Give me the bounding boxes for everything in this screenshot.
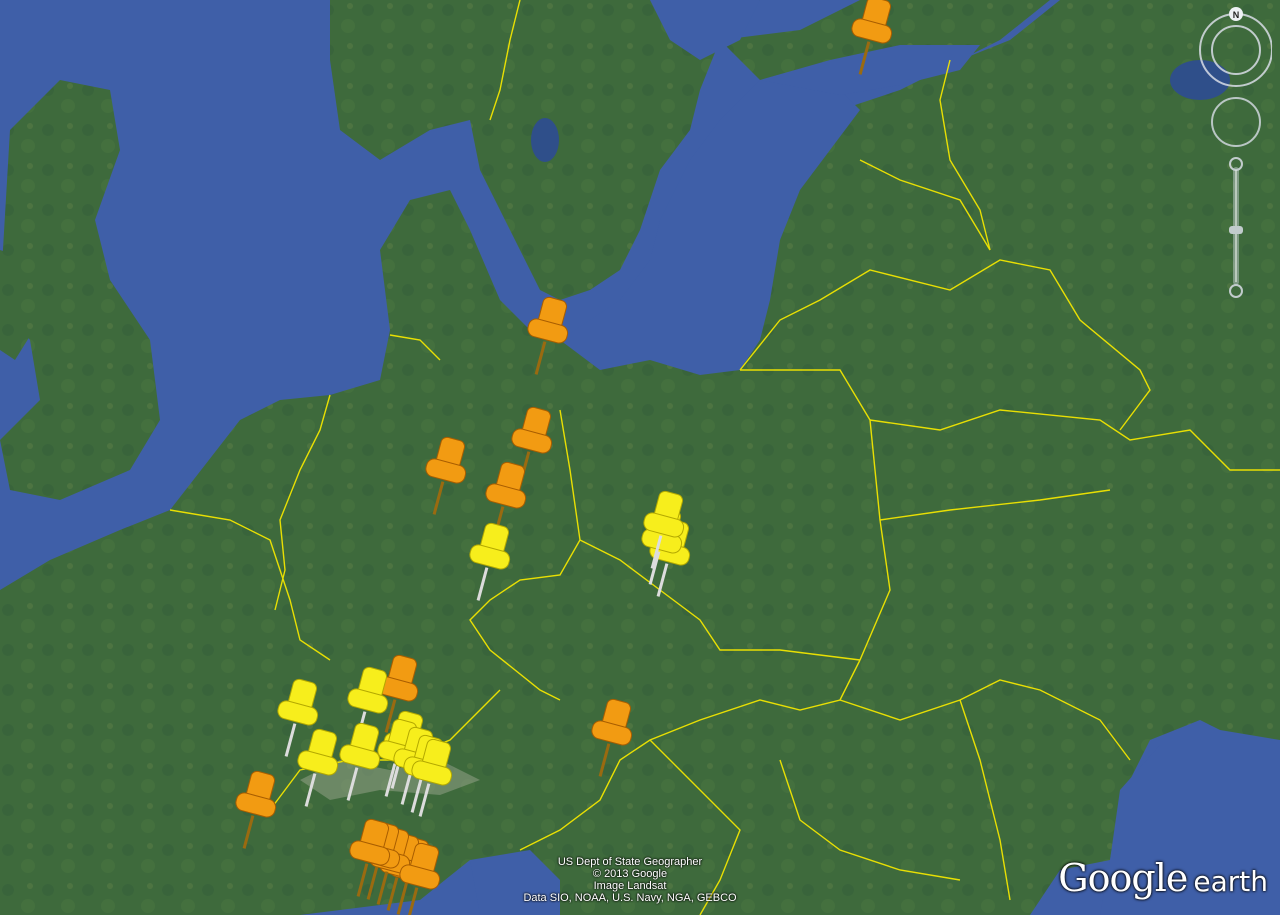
compass-ring[interactable] <box>1199 13 1273 87</box>
attribution-line-2: © 2013 Google <box>592 868 668 880</box>
north-indicator-icon: N <box>1229 7 1243 21</box>
lake-vanern <box>531 118 559 162</box>
orange-pushpin-1[interactable] <box>518 290 578 380</box>
yellow-pushpin-13[interactable] <box>402 732 462 822</box>
look-control[interactable] <box>1211 97 1261 147</box>
navigation-controls: N <box>1198 6 1273 306</box>
attribution-line-3: Image Landsat <box>593 880 667 892</box>
yellow-pushpin-4[interactable] <box>634 484 694 574</box>
google-earth-logo: Google earth <box>1058 856 1268 900</box>
yellow-pushpin-1[interactable] <box>460 516 520 606</box>
orange-pushpin-5[interactable] <box>842 0 902 80</box>
orange-pushpin-14[interactable] <box>390 836 450 915</box>
attribution-line-4: Data SIO, NOAA, U.S. Navy, NGA, GEBCO <box>523 892 737 904</box>
zoom-slider[interactable] <box>1229 157 1243 298</box>
attribution: US Dept of State Geographer © 2013 Googl… <box>470 856 790 904</box>
attribution-line-1: US Dept of State Geographer <box>557 856 703 868</box>
map-view[interactable]: N US Dept of State Geographer © 2013 Goo… <box>0 0 1280 915</box>
orange-pushpin-3[interactable] <box>416 430 476 520</box>
svg-text:N: N <box>1233 10 1240 20</box>
logo-earth-text: earth <box>1193 865 1268 898</box>
orange-pushpin-8[interactable] <box>226 764 286 854</box>
logo-google-text: Google <box>1058 856 1188 900</box>
orange-pushpin-7[interactable] <box>582 692 642 782</box>
